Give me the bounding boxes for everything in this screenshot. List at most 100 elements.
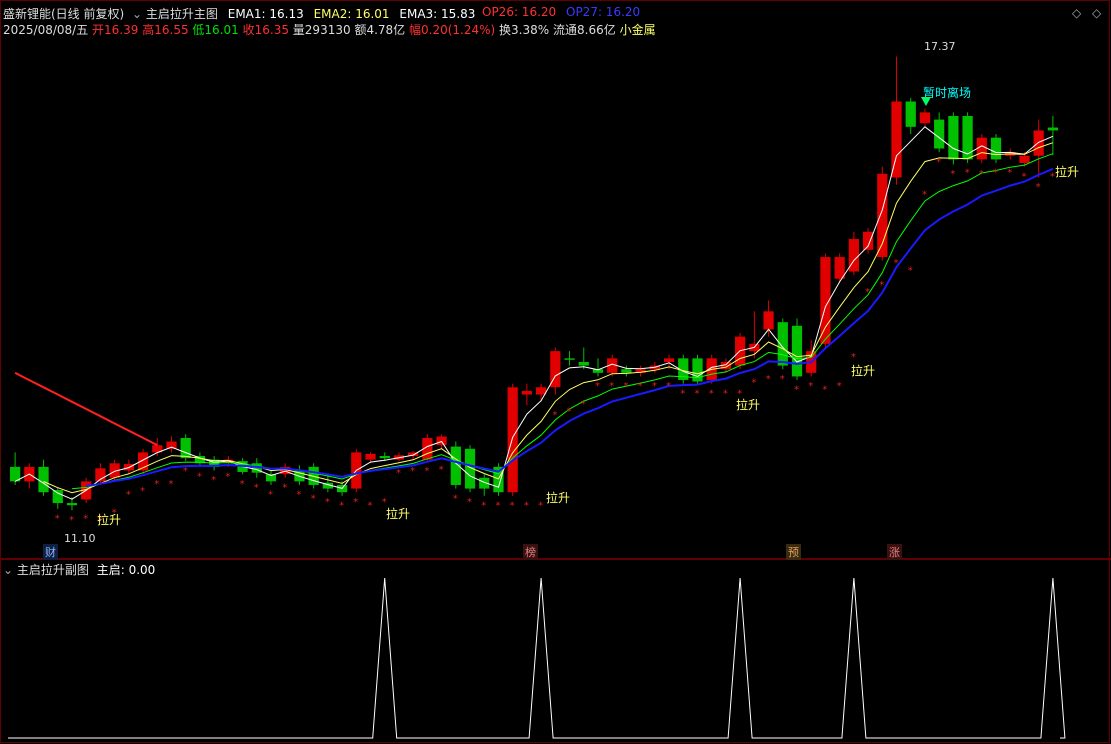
candle — [791, 318, 803, 381]
sar-dot: * — [510, 501, 515, 512]
sub-panel-title[interactable]: 主启拉升副图 — [17, 563, 89, 577]
candle — [422, 434, 433, 462]
ema2-line — [43, 142, 1054, 494]
candle — [990, 134, 1002, 163]
candle — [521, 383, 533, 406]
sub-menu-icon[interactable]: ⌄ — [3, 563, 13, 577]
float-value: 流通8.66亿 — [553, 23, 616, 37]
candle-body — [564, 358, 575, 360]
sar-dot: * — [936, 157, 941, 168]
candle-body — [52, 490, 63, 504]
candle — [152, 437, 163, 457]
sar-dot: * — [822, 385, 827, 396]
stock-title[interactable]: 盛新锂能(日线 前复权) — [3, 7, 124, 21]
candlestick-chart[interactable]: * * * * * * * * * * * * * * * * * * * * * * * * * * * * * * * * * * * * * * * *… — [0, 0, 1111, 744]
sar-dot: * — [254, 482, 259, 493]
candle — [692, 354, 703, 384]
expand-icon[interactable]: ◇ — [1092, 6, 1101, 20]
lift-signal: 拉升 — [546, 491, 571, 505]
sar-dot: * — [197, 472, 202, 483]
sar-dot: * — [680, 388, 685, 399]
sar-dot: * — [723, 388, 728, 399]
chart-header-line1: 盛新锂能(日线 前复权) ⌄ 主启拉升主图 EMA1: 16.13 EMA2: … — [3, 5, 475, 22]
sar-dot: * — [439, 464, 444, 475]
candle — [38, 459, 49, 496]
lift-signal: 拉升 — [1055, 165, 1080, 179]
sar-dot: * — [780, 374, 785, 385]
sar-dot: * — [694, 388, 699, 399]
lift-signal: 拉升 — [736, 398, 761, 412]
sar-dot: * — [211, 475, 216, 486]
sar-dot: * — [69, 515, 74, 526]
lift-signal: 拉升 — [386, 507, 411, 521]
indicator-menu-icon[interactable]: ⌄ — [132, 7, 142, 21]
candle — [905, 97, 916, 135]
sar-dot: * — [922, 189, 927, 200]
amount-value: 额4.78亿 — [354, 23, 406, 37]
sar-dot: * — [339, 501, 344, 512]
candle-body — [990, 137, 1002, 160]
collapse-icon[interactable]: ◇ — [1072, 6, 1081, 20]
candle — [948, 112, 959, 165]
volume-value: 量293130 — [292, 23, 351, 37]
sar-dot: * — [950, 169, 955, 180]
sar-dot: * — [481, 501, 486, 512]
op27-value: OP27: 16.20 — [566, 5, 641, 19]
sar-dot: * — [751, 378, 756, 389]
candle — [450, 441, 461, 489]
indicator-name[interactable]: 主启拉升主图 — [146, 7, 218, 21]
candle — [265, 470, 277, 485]
sector-label[interactable]: 小金属 — [620, 23, 656, 37]
sar-dot: * — [282, 482, 287, 493]
sar-dot: * — [894, 258, 899, 269]
candle — [1047, 115, 1059, 156]
sar-dot: * — [623, 381, 628, 392]
candle — [877, 166, 888, 261]
ema2-value: EMA2: 16.01 — [313, 7, 390, 21]
candle — [578, 347, 589, 370]
event-marker-yu[interactable]: 预 — [786, 544, 801, 560]
sar-dot: * — [979, 169, 984, 180]
candle-body — [791, 325, 803, 377]
candle-body — [436, 436, 447, 446]
sar-dot: * — [766, 374, 771, 385]
op-values: OP26: 16.20 OP27: 16.20 — [482, 5, 640, 19]
high-value: 高16.55 — [142, 23, 189, 37]
candle — [535, 383, 547, 402]
candle-body — [38, 466, 49, 493]
sar-dot: * — [538, 501, 543, 512]
candle-body — [763, 311, 774, 330]
close-value: 收16.35 — [242, 23, 289, 37]
sar-dot: * — [609, 381, 614, 392]
event-marker-cai[interactable]: 财 — [43, 544, 58, 560]
ema1-value: EMA1: 16.13 — [227, 7, 304, 21]
candle — [763, 300, 774, 337]
candle — [479, 474, 490, 496]
sar-dot: * — [993, 168, 998, 179]
ema3-value: EMA3: 15.83 — [399, 7, 476, 21]
sar-dot: * — [837, 381, 842, 392]
sar-dot: * — [1021, 171, 1026, 182]
chart-header-line2: 2025/08/08/五 开16.39 高16.55 低16.01 收16.35… — [3, 21, 656, 38]
candle — [919, 108, 931, 127]
sar-dot: * — [794, 385, 799, 396]
candle-body — [934, 119, 945, 149]
event-marker-bang[interactable]: 榜 — [523, 544, 538, 560]
candle-body — [507, 387, 518, 493]
sar-dot: * — [638, 381, 643, 392]
candle-body — [948, 115, 959, 160]
sub-panel-value: 主启: 0.00 — [96, 563, 156, 577]
candle-body — [1033, 130, 1044, 156]
sar-dot: * — [865, 287, 870, 298]
sar-dot: * — [567, 406, 572, 417]
sar-dot: * — [83, 514, 88, 525]
sar-dot: * — [1007, 168, 1012, 179]
sub-indicator-line — [8, 577, 1066, 739]
sar-dot: * — [424, 466, 429, 477]
sar-dot: * — [368, 501, 373, 512]
sar-dot: * — [495, 501, 500, 512]
candle-body — [1047, 127, 1059, 131]
candle — [976, 134, 987, 163]
candle-body — [905, 101, 916, 127]
event-marker-zhang[interactable]: 涨 — [887, 544, 902, 560]
